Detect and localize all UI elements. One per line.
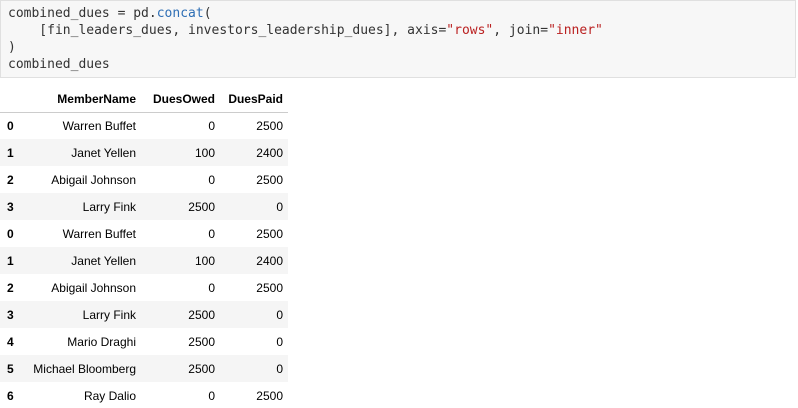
table-row: 4 Mario Draghi 2500 0: [0, 328, 288, 355]
cell-duesowed: 2500: [188, 361, 215, 376]
row-index: 3: [7, 307, 14, 322]
cell-membername: Larry Fink: [82, 199, 136, 214]
row-index: 1: [7, 253, 14, 268]
row-index: 2: [7, 172, 14, 187]
cell-duesowed: 2500: [188, 307, 215, 322]
cell-membername: Abigail Johnson: [51, 280, 136, 295]
code-line-3: ): [8, 40, 16, 55]
cell-duespaid: 2500: [256, 226, 283, 241]
table-row: 0 Warren Buffet 0 2500: [0, 220, 288, 247]
row-index: 0: [7, 118, 14, 133]
table-row: 0 Warren Buffet 0 2500: [0, 112, 288, 139]
index-header: [0, 86, 24, 113]
row-index: 6: [7, 388, 14, 403]
code-token: , join=: [493, 23, 549, 38]
code-line-2: [fin_leaders_dues, investors_leadership_…: [8, 22, 795, 39]
cell-duespaid: 2500: [256, 280, 283, 295]
cell-duesowed: 2500: [188, 334, 215, 349]
code-string-token: "rows": [446, 23, 494, 38]
cell-duespaid: 2500: [256, 172, 283, 187]
cell-membername: Janet Yellen: [71, 253, 136, 268]
cell-duespaid: 0: [276, 361, 283, 376]
cell-duespaid: 2500: [256, 388, 283, 403]
table-row: 6 Ray Dalio 0 2500: [0, 382, 288, 408]
cell-duespaid: 2400: [256, 145, 283, 160]
cell-membername: Michael Bloomberg: [33, 361, 136, 376]
row-index: 4: [7, 334, 14, 349]
row-index: 5: [7, 361, 14, 376]
column-header-duespaid: DuesPaid: [220, 86, 288, 113]
header-row: MemberName DuesOwed DuesPaid: [0, 86, 288, 113]
cell-membername: Warren Buffet: [62, 118, 136, 133]
column-header-duesowed: DuesOwed: [141, 86, 220, 113]
code-line-4: combined_dues: [8, 57, 110, 72]
cell-duesowed: 0: [208, 172, 215, 187]
cell-duespaid: 0: [276, 307, 283, 322]
table-row: 1 Janet Yellen 100 2400: [0, 247, 288, 274]
column-header-membername: MemberName: [24, 86, 141, 113]
cell-duesowed: 100: [194, 145, 215, 160]
row-index: 0: [7, 226, 14, 241]
table-row: 2 Abigail Johnson 0 2500: [0, 166, 288, 193]
cell-duespaid: 0: [276, 334, 283, 349]
code-line-1: combined_dues = pd.concat(: [8, 5, 795, 22]
code-editor[interactable]: combined_dues = pd.concat( [fin_leaders_…: [1, 1, 795, 73]
table-row: 2 Abigail Johnson 0 2500: [0, 274, 288, 301]
table-row: 3 Larry Fink 2500 0: [0, 301, 288, 328]
code-cell[interactable]: combined_dues = pd.concat( [fin_leaders_…: [0, 0, 796, 78]
cell-duespaid: 0: [276, 199, 283, 214]
cell-membername: Abigail Johnson: [51, 172, 136, 187]
cell-membername: Ray Dalio: [83, 388, 136, 403]
code-token: combined_dues = pd.: [8, 6, 157, 21]
output-area: MemberName DuesOwed DuesPaid 0 Warren Buf…: [0, 86, 288, 408]
cell-duesowed: 0: [208, 280, 215, 295]
cell-duesowed: 100: [194, 253, 215, 268]
table-row: 3 Larry Fink 2500 0: [0, 193, 288, 220]
row-index: 3: [7, 199, 14, 214]
code-token: [fin_leaders_dues, investors_leadership_…: [8, 23, 447, 38]
cell-membername: Janet Yellen: [71, 145, 136, 160]
table-header: MemberName DuesOwed DuesPaid: [0, 86, 288, 113]
table-row: 5 Michael Bloomberg 2500 0: [0, 355, 288, 382]
row-index: 1: [7, 145, 14, 160]
dataframe-table: MemberName DuesOwed DuesPaid 0 Warren Buf…: [0, 86, 288, 408]
cell-membername: Larry Fink: [82, 307, 136, 322]
cell-duespaid: 2500: [256, 118, 283, 133]
row-index: 2: [7, 280, 14, 295]
cell-membername: Mario Draghi: [67, 334, 136, 349]
table-body: 0 Warren Buffet 0 2500 1 Janet Yellen 100 2400 2…: [0, 112, 288, 408]
cell-duesowed: 0: [208, 118, 215, 133]
code-function-token: concat: [156, 6, 204, 21]
cell-duesowed: 0: [208, 226, 215, 241]
table-row: 1 Janet Yellen 100 2400: [0, 139, 288, 166]
cell-duesowed: 0: [208, 388, 215, 403]
cell-duesowed: 2500: [188, 199, 215, 214]
code-token: (: [203, 6, 212, 21]
cell-membername: Warren Buffet: [62, 226, 136, 241]
code-string-token: "inner": [548, 23, 603, 38]
cell-duespaid: 2400: [256, 253, 283, 268]
